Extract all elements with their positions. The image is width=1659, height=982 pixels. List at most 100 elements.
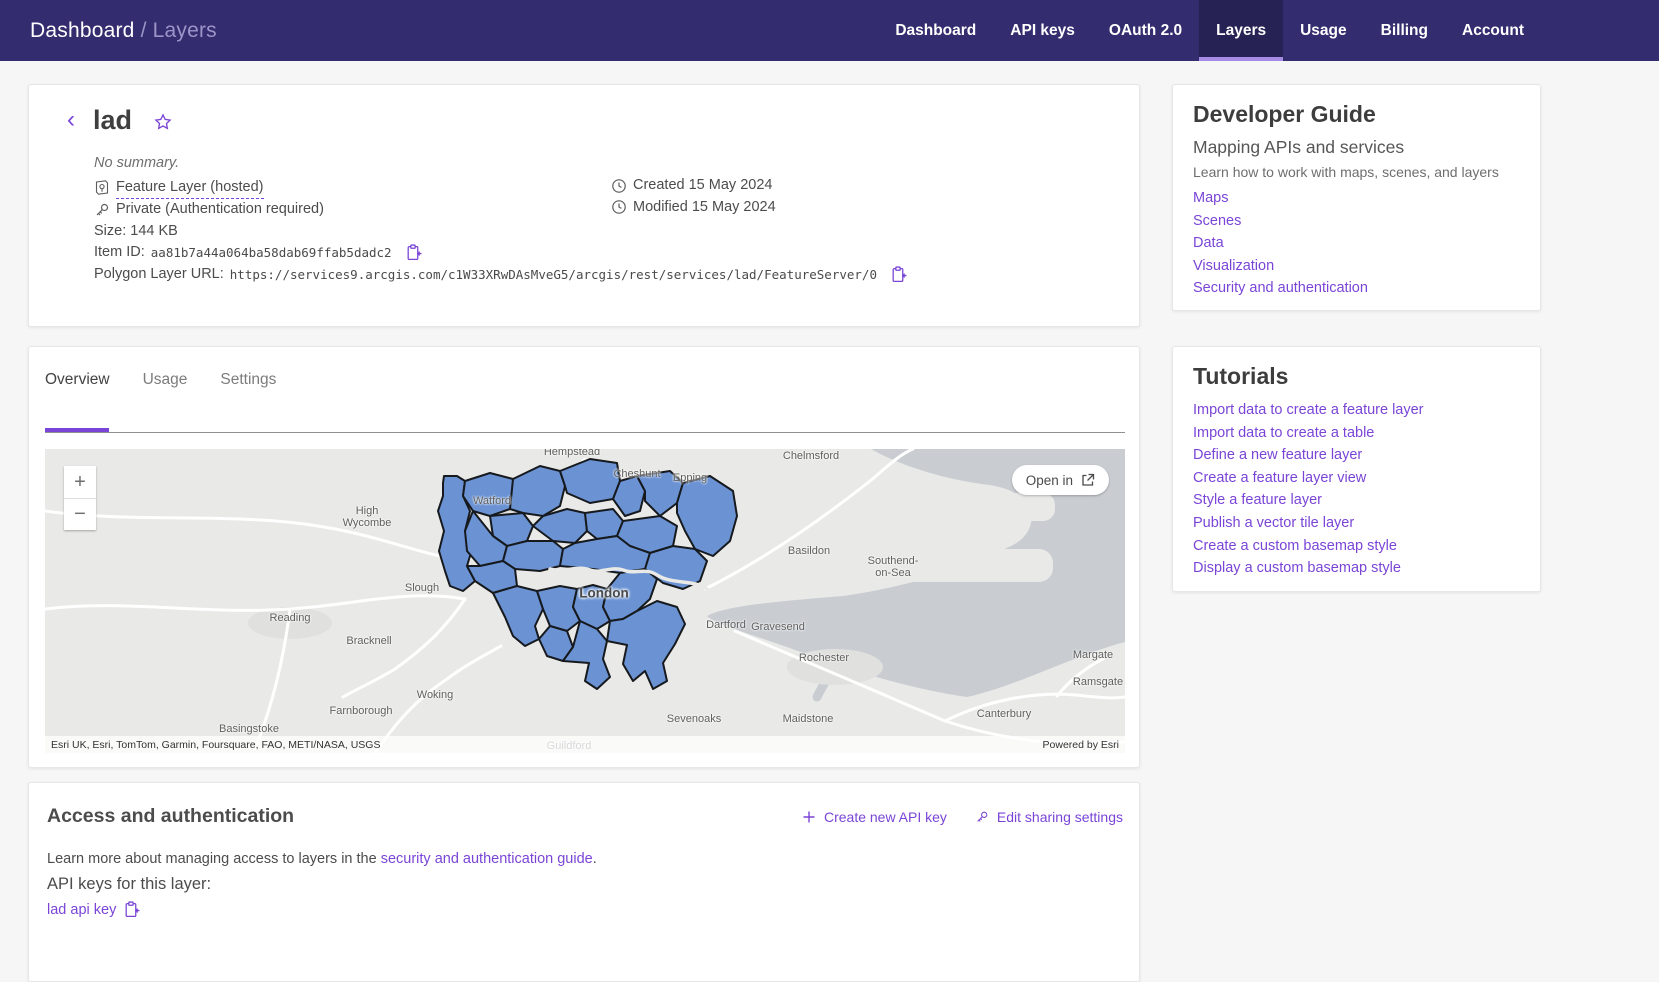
- layer-size: Size: 144 KB: [94, 221, 178, 243]
- map-attribution-bar: Esri UK, Esri, TomTom, Garmin, Foursquar…: [45, 736, 1125, 753]
- developer-guide-subtitle: Mapping APIs and services: [1193, 137, 1520, 158]
- copy-api-key-icon[interactable]: [123, 901, 140, 918]
- top-nav-item-label: Layers: [1216, 22, 1266, 40]
- layer-summary: No summary.: [94, 153, 907, 175]
- top-nav-item-label: Account: [1462, 22, 1524, 40]
- copy-item-id-icon[interactable]: [405, 244, 422, 261]
- learn-text-prefix: Learn more about managing access to laye…: [47, 851, 381, 867]
- top-nav-item-label: Usage: [1300, 22, 1347, 40]
- developer-guide-link[interactable]: Scenes: [1193, 210, 1520, 233]
- external-link-icon: [1081, 473, 1095, 487]
- attribution-sources: Esri UK, Esri, TomTom, Garmin, Foursquar…: [51, 739, 380, 751]
- top-nav-item-label: Billing: [1381, 22, 1428, 40]
- top-nav-item-label: API keys: [1010, 22, 1075, 40]
- tutorial-link[interactable]: Style a feature layer: [1193, 489, 1520, 512]
- layer-details: No summary. Feature Layer (hosted) Priva…: [94, 153, 907, 285]
- favorite-star-icon[interactable]: [153, 112, 173, 132]
- copy-url-icon[interactable]: [890, 266, 907, 283]
- access-section-title: Access and authentication: [47, 805, 294, 828]
- top-nav-item[interactable]: Layers: [1199, 0, 1283, 61]
- open-in-label: Open in: [1026, 473, 1073, 488]
- tab[interactable]: Usage: [143, 371, 188, 407]
- tutorial-link[interactable]: Import data to create a feature layer: [1193, 399, 1520, 422]
- attribution-powered-by: Powered by Esri: [1043, 739, 1119, 751]
- developer-guide-link[interactable]: Visualization: [1193, 255, 1520, 278]
- learn-text-suffix: .: [593, 851, 597, 867]
- tutorials-card: Tutorials Import data to create a featur…: [1172, 346, 1541, 592]
- developer-guide-link[interactable]: Data: [1193, 232, 1520, 255]
- tutorials-links: Import data to create a feature layerImp…: [1193, 399, 1520, 580]
- developer-guide-link[interactable]: Security and authentication: [1193, 277, 1520, 300]
- breadcrumb-dashboard[interactable]: Dashboard: [30, 19, 135, 42]
- tutorials-title: Tutorials: [1193, 363, 1520, 390]
- tab-label: Settings: [220, 371, 276, 388]
- key-icon: [94, 202, 110, 218]
- layer-type[interactable]: Feature Layer (hosted): [116, 177, 264, 200]
- developer-guide-title: Developer Guide: [1193, 101, 1520, 128]
- create-api-key-label: Create new API key: [824, 809, 947, 825]
- developer-guide-link[interactable]: Maps: [1193, 187, 1520, 210]
- top-nav-item-label: OAuth 2.0: [1109, 22, 1182, 40]
- access-actions: Create new API key Edit sharing settings: [802, 809, 1123, 825]
- top-nav-item[interactable]: API keys: [993, 0, 1092, 61]
- layer-content-card: Overview Usage Settings: [28, 346, 1140, 768]
- top-nav-item[interactable]: Dashboard: [878, 0, 993, 61]
- breadcrumb: Dashboard / Layers: [30, 19, 217, 43]
- layer-url-value: https://services9.arcgis.com/c1W33XRwDAs…: [230, 264, 877, 286]
- edit-sharing-button[interactable]: Edit sharing settings: [975, 809, 1123, 825]
- api-keys-label: API keys for this layer:: [47, 875, 211, 894]
- developer-guide-card: Developer Guide Mapping APIs and service…: [1172, 84, 1541, 311]
- api-key-link[interactable]: lad api key: [47, 902, 116, 918]
- key-icon: [975, 810, 989, 824]
- top-nav-item-label: Dashboard: [895, 22, 976, 40]
- tutorial-link[interactable]: Define a new feature layer: [1193, 444, 1520, 467]
- tutorial-link[interactable]: Create a custom basemap style: [1193, 535, 1520, 558]
- page: Dashboard / Layers Dashboard API keys OA…: [0, 0, 1659, 930]
- layer-access: Private (Authentication required): [116, 199, 324, 221]
- top-nav-item[interactable]: OAuth 2.0: [1092, 0, 1199, 61]
- open-in-button[interactable]: Open in: [1012, 465, 1109, 495]
- api-key-row: lad api key: [47, 901, 140, 918]
- tab-divider: [45, 432, 1125, 433]
- top-nav-item[interactable]: Billing: [1364, 0, 1445, 61]
- zoom-in-button[interactable]: +: [64, 466, 96, 498]
- map-zoom-control: + −: [64, 466, 96, 530]
- developer-guide-links: MapsScenesDataVisualizationSecurity and …: [1193, 187, 1520, 300]
- tutorial-link[interactable]: Display a custom basemap style: [1193, 557, 1520, 580]
- tutorial-link[interactable]: Import data to create a table: [1193, 422, 1520, 445]
- edit-sharing-label: Edit sharing settings: [997, 809, 1123, 825]
- access-learn-text: Learn more about managing access to laye…: [47, 851, 597, 867]
- breadcrumb-layers: Layers: [153, 19, 217, 42]
- layer-dates: Created 15 May 2024 Modified 15 May 2024: [611, 175, 776, 218]
- plus-icon: [802, 810, 816, 824]
- access-authentication-card: Access and authentication Create new API…: [28, 782, 1140, 982]
- basemap-graphic: [45, 449, 1125, 753]
- developer-guide-description: Learn how to work with maps, scenes, and…: [1193, 164, 1520, 180]
- layer-title: lad: [93, 105, 132, 136]
- layer-info-card: ‹ lad No summary. Feature Layer (hosted)…: [28, 84, 1140, 327]
- tutorial-link[interactable]: Publish a vector tile layer: [1193, 512, 1520, 535]
- clock-icon: [611, 199, 627, 215]
- clock-icon: [611, 178, 627, 194]
- item-id-label: Item ID:: [94, 242, 145, 264]
- security-guide-link[interactable]: security and authentication guide: [381, 851, 593, 867]
- modified-date: Modified 15 May 2024: [633, 197, 776, 219]
- tab-label: Overview: [45, 371, 110, 388]
- top-nav-menu: Dashboard API keys OAuth 2.0 Layers Usag…: [878, 0, 1541, 61]
- top-nav-item[interactable]: Usage: [1283, 0, 1364, 61]
- tab-label: Usage: [143, 371, 188, 388]
- zoom-out-button[interactable]: −: [64, 498, 96, 530]
- tab[interactable]: Settings: [220, 371, 276, 407]
- create-api-key-button[interactable]: Create new API key: [802, 809, 947, 825]
- map-viewport[interactable]: HempsteadChelmsfordCheshuntEppingWatford…: [45, 449, 1125, 753]
- top-navigation-bar: Dashboard / Layers Dashboard API keys OA…: [0, 0, 1659, 61]
- tab-bar: Overview Usage Settings: [45, 371, 276, 407]
- created-date: Created 15 May 2024: [633, 175, 772, 197]
- feature-layer-icon: [94, 180, 110, 196]
- breadcrumb-separator: /: [135, 19, 153, 42]
- tutorial-link[interactable]: Create a feature layer view: [1193, 467, 1520, 490]
- item-id-value: aa81b7a44a064ba58dab69ffab5dadc2: [151, 242, 392, 264]
- tab[interactable]: Overview: [45, 371, 110, 407]
- back-button[interactable]: ‹: [59, 109, 83, 133]
- top-nav-item[interactable]: Account: [1445, 0, 1541, 61]
